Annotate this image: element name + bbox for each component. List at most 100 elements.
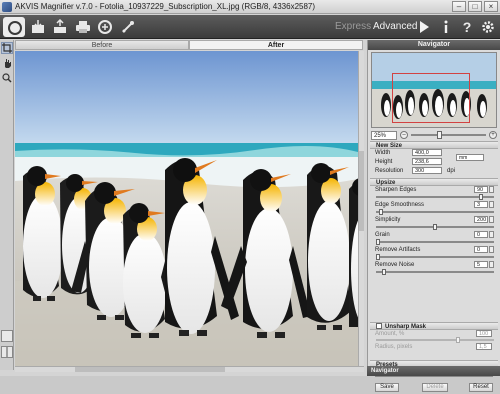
param-label: Simplicity — [375, 217, 401, 223]
upsize-param-row: Grain 0 — [370, 231, 498, 239]
navigator-preview[interactable] — [371, 52, 497, 128]
radius-label: Radius, pixels — [375, 344, 413, 350]
new-size-section: New Size Width 400,0 Height 238,6 mm Res… — [370, 141, 498, 176]
amount-field[interactable]: 100 — [476, 330, 492, 337]
print-icon[interactable] — [75, 19, 91, 35]
delete-preset-button[interactable]: Delete — [422, 383, 448, 392]
tab-before[interactable]: Before — [15, 40, 189, 50]
amount-slider[interactable] — [376, 337, 494, 343]
navigator-header: Navigator — [368, 40, 500, 50]
view-tabs: Before After — [15, 40, 363, 50]
new-size-header[interactable]: New Size — [370, 141, 498, 149]
navigator-footer[interactable]: Navigator — [367, 366, 500, 376]
gear-icon[interactable] — [480, 19, 496, 35]
param-slider[interactable] — [376, 239, 494, 245]
width-label: Width — [375, 150, 391, 156]
upsize-param-row: Sharpen Edges 90 — [370, 186, 498, 194]
param-value-field[interactable]: 200 — [474, 216, 488, 223]
horizontal-scroll-thumb[interactable] — [75, 367, 225, 372]
resolution-field[interactable]: 300 — [412, 167, 442, 174]
open-image-icon[interactable] — [30, 19, 46, 35]
param-spinner[interactable] — [489, 201, 494, 208]
save-image-icon[interactable] — [52, 18, 68, 35]
image-canvas[interactable] — [15, 51, 358, 366]
param-label: Sharpen Edges — [375, 187, 417, 193]
param-slider-wrap — [370, 209, 498, 216]
batch-icon[interactable] — [97, 19, 113, 35]
app-icon — [2, 2, 12, 12]
navigator-view-frame[interactable] — [392, 73, 470, 123]
express-mode-tab[interactable]: Express — [335, 21, 371, 32]
settings-plugin-icon[interactable] — [120, 19, 136, 35]
param-slider[interactable] — [376, 254, 494, 260]
param-label: Remove Artifacts — [375, 247, 421, 253]
param-slider-knob[interactable] — [382, 269, 386, 275]
upsize-param-row: Remove Artifacts 0 — [370, 246, 498, 254]
radius-field[interactable]: 1,5 — [476, 343, 492, 350]
upsize-param-row: Edge Smoothness 3 — [370, 201, 498, 209]
zoom-out-button[interactable]: – — [400, 131, 408, 139]
vertical-scrollbar[interactable] — [358, 51, 364, 366]
title-bar: AKVIS Magnifier v.7.0 - Fotolia_10937229… — [0, 0, 500, 14]
param-slider-wrap — [370, 269, 498, 276]
param-slider-knob[interactable] — [376, 239, 380, 245]
param-label: Remove Noise — [375, 262, 415, 268]
unsharp-header[interactable]: Unsharp Mask — [370, 322, 498, 330]
reset-button[interactable]: Reset — [469, 383, 493, 392]
param-spinner[interactable] — [489, 216, 494, 223]
app-window: AKVIS Magnifier v.7.0 - Fotolia_10937229… — [0, 0, 500, 392]
help-icon[interactable]: ? — [459, 19, 475, 35]
param-spinner[interactable] — [489, 186, 494, 193]
unit-select[interactable]: mm — [456, 154, 484, 161]
zoom-in-button[interactable]: + — [489, 131, 497, 139]
maximize-button[interactable]: □ — [468, 1, 482, 12]
param-slider[interactable] — [376, 224, 494, 230]
close-button[interactable]: × — [484, 1, 498, 12]
param-spinner[interactable] — [489, 261, 494, 268]
width-field[interactable]: 400,0 — [412, 149, 442, 156]
param-value-field[interactable]: 5 — [474, 261, 488, 268]
crop-tool-icon[interactable] — [1, 42, 13, 54]
zoom-controls: 25% – + — [371, 130, 497, 140]
zoom-select[interactable]: 25% — [371, 130, 397, 140]
vertical-scroll-thumb[interactable] — [359, 151, 364, 231]
zoom-tool-icon[interactable] — [1, 73, 13, 85]
param-slider[interactable] — [376, 209, 494, 215]
param-label: Grain — [375, 232, 390, 238]
param-value-field[interactable]: 0 — [474, 246, 488, 253]
height-field[interactable]: 238,6 — [412, 158, 442, 165]
info-icon[interactable] — [438, 19, 454, 35]
param-slider-knob[interactable] — [379, 209, 383, 215]
upsize-header[interactable]: Upsize — [370, 178, 498, 186]
horizontal-scrollbar[interactable] — [15, 366, 364, 372]
param-value-field[interactable]: 0 — [474, 231, 488, 238]
param-slider-wrap — [370, 194, 498, 201]
param-slider-knob[interactable] — [479, 194, 483, 200]
param-label: Edge Smoothness — [375, 202, 425, 208]
param-slider-wrap — [370, 254, 498, 261]
advanced-mode-tab[interactable]: Advanced — [373, 21, 417, 32]
run-icon[interactable] — [416, 19, 432, 35]
zoom-slider[interactable] — [411, 131, 486, 139]
split-view-icon[interactable] — [1, 346, 13, 358]
param-slider-knob[interactable] — [433, 224, 437, 230]
param-spinner[interactable] — [489, 246, 494, 253]
hand-tool-icon[interactable] — [1, 58, 13, 70]
param-slider[interactable] — [376, 269, 494, 275]
amount-label: Amount, % — [375, 331, 405, 337]
param-slider[interactable] — [376, 194, 494, 200]
param-slider-wrap — [370, 239, 498, 246]
save-preset-button[interactable]: Save — [375, 383, 399, 392]
tab-after[interactable]: After — [189, 40, 363, 50]
param-value-field[interactable]: 3 — [474, 201, 488, 208]
upsize-section: Upsize Sharpen Edges 90 Edge Smoothness 3 Si… — [370, 178, 498, 276]
minimize-button[interactable]: – — [452, 1, 466, 12]
param-value-field[interactable]: 90 — [474, 186, 488, 193]
zoom-slider-knob[interactable] — [437, 131, 443, 139]
unsharp-section: Unsharp Mask Amount, % 100 Radius, pixel… — [370, 322, 498, 351]
param-spinner[interactable] — [489, 231, 494, 238]
unsharp-checkbox[interactable] — [376, 323, 382, 330]
settings-panel: Navigator 25% – + New Size Width 400,0 H… — [367, 40, 500, 392]
param-slider-knob[interactable] — [376, 254, 380, 260]
single-view-icon[interactable] — [1, 330, 13, 342]
